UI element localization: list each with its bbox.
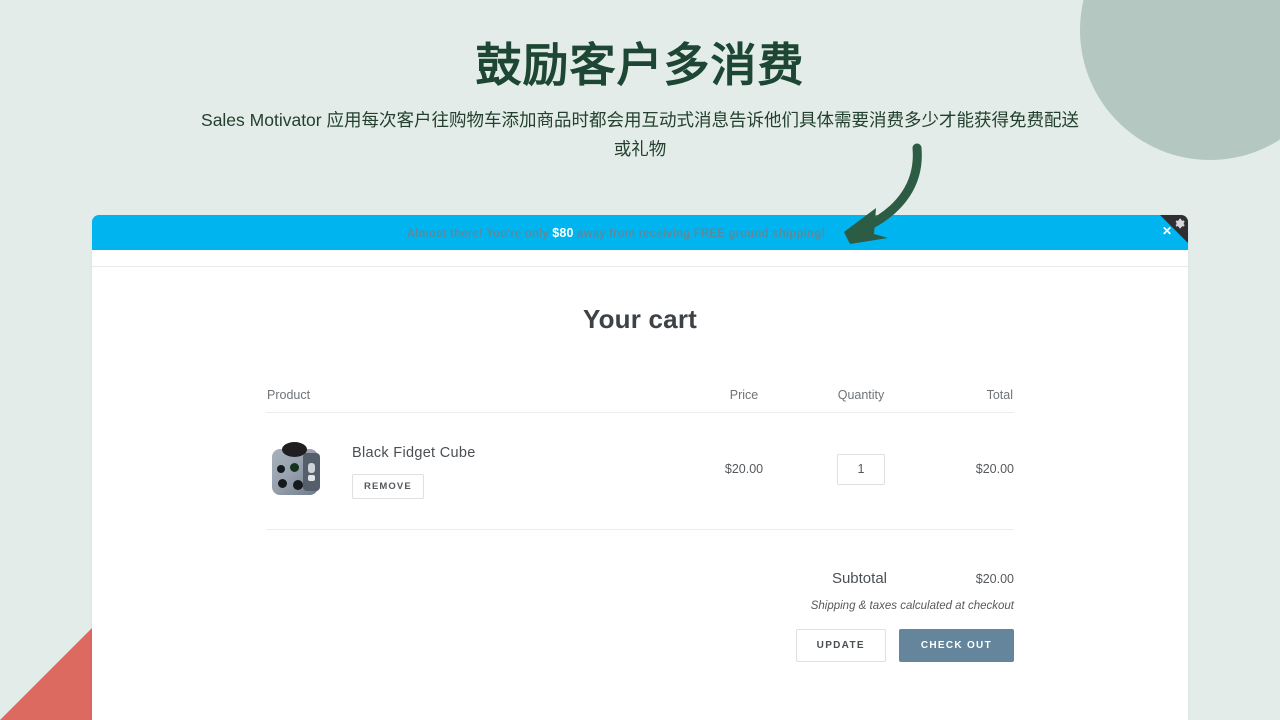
cube-dot <box>290 463 299 472</box>
page-subtitle: Sales Motivator 应用每次客户往购物车添加商品时都会用互动式消息告… <box>201 110 1079 159</box>
store-preview-card: Almost there! You're only $80 away from … <box>92 215 1188 720</box>
product-name[interactable]: Black Fidget Cube <box>352 439 476 461</box>
cube-dot <box>278 479 287 488</box>
cube-dot <box>277 465 285 473</box>
gear-icon[interactable] <box>1174 218 1185 229</box>
product-image-fidget-cube[interactable] <box>266 439 326 499</box>
checkout-button[interactable]: CHECK OUT <box>898 629 1014 662</box>
product-price: $20.00 <box>688 412 800 530</box>
decorative-triangle-bottom-left <box>0 628 92 720</box>
subtotal-label: Subtotal <box>831 570 887 587</box>
cart-table: Product Price Quantity Total Black Fidge… <box>266 387 1014 530</box>
cart-table-body: Black Fidget Cube REMOVE $20.00 $20.00 <box>266 412 1014 530</box>
cube-knob <box>282 442 307 457</box>
header: 鼓励客户多消费 Sales Motivator 应用每次客户往购物车添加商品时都… <box>0 0 1280 163</box>
column-header-product: Product <box>266 387 688 413</box>
cart-table-head: Product Price Quantity Total <box>266 387 1014 413</box>
column-header-quantity: Quantity <box>800 387 922 413</box>
cart-table-header-row: Product Price Quantity Total <box>266 387 1014 413</box>
product-total: $20.00 <box>922 412 1014 530</box>
cart-footer: Subtotal $20.00 Shipping & taxes calcula… <box>266 530 1014 662</box>
table-row: Black Fidget Cube REMOVE $20.00 $20.00 <box>266 412 1014 530</box>
cube-dot <box>308 463 315 473</box>
product-cell: Black Fidget Cube REMOVE <box>266 412 688 530</box>
cart-actions: UPDATE CHECK OUT <box>266 629 1014 662</box>
banner-message-before: Almost there! You're only <box>406 227 553 240</box>
cart-title: Your cart <box>582 304 697 334</box>
remove-button[interactable]: REMOVE <box>352 474 424 499</box>
banner-amount: $80 <box>552 225 574 240</box>
shipping-note: Shipping & taxes calculated at checkout <box>810 600 1014 612</box>
quantity-input[interactable] <box>837 453 885 485</box>
cube-dot <box>293 480 303 490</box>
sales-motivator-banner[interactable]: Almost there! You're only $80 away from … <box>92 215 1188 250</box>
subtotal-row: Subtotal $20.00 <box>266 570 1014 587</box>
column-header-total: Total <box>922 387 1014 413</box>
banner-message-after: away from receiving FREE ground shipping… <box>573 227 826 240</box>
banner-close-button[interactable]: ✕ <box>1162 225 1172 237</box>
cart-body: Your cart Product Price Quantity Total B… <box>92 267 1188 662</box>
page-title: 鼓励客户多消费 <box>475 39 805 91</box>
banner-message: Almost there! You're only $80 away from … <box>407 226 826 240</box>
column-header-price: Price <box>688 387 800 413</box>
quantity-cell <box>800 412 922 530</box>
cube-dot <box>308 475 315 481</box>
subtotal-value: $20.00 <box>975 572 1014 586</box>
product-info: Black Fidget Cube REMOVE <box>352 439 476 499</box>
update-button[interactable]: UPDATE <box>795 629 886 662</box>
